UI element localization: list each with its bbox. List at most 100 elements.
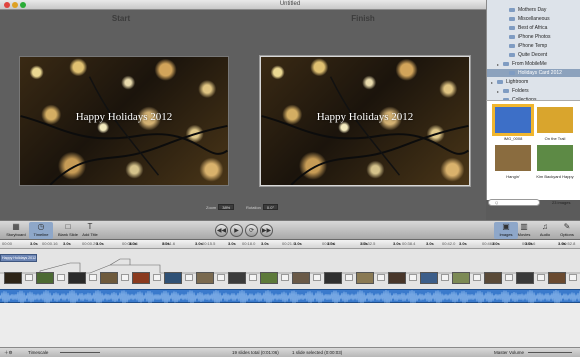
slide-clip[interactable]: [132, 272, 150, 284]
source-list-item[interactable]: Mothers Day: [487, 6, 580, 14]
slide-duration[interactable]: 3.0s: [63, 241, 71, 246]
transition-icon[interactable]: [249, 274, 257, 281]
transition-icon[interactable]: [89, 274, 97, 281]
folder-icon: [497, 80, 503, 84]
source-list-item[interactable]: iPhone Photos: [487, 33, 580, 41]
slide-clip[interactable]: [356, 272, 374, 284]
transition-icon[interactable]: [345, 274, 353, 281]
source-list-label: iPhone Temp: [518, 43, 548, 49]
timescale-slider[interactable]: [60, 352, 100, 353]
slide-duration[interactable]: 3.0s: [492, 241, 500, 246]
slide-duration[interactable]: 3.0s: [459, 241, 467, 246]
image-thumbnail[interactable]: [537, 107, 573, 133]
audio-track[interactable]: [0, 289, 580, 305]
status-bar: ＋⚙ Timescale 19 slides total (0:01:06) 1…: [0, 347, 580, 357]
music-note-icon: ♫: [542, 222, 548, 231]
transition-icon[interactable]: [505, 274, 513, 281]
play-button[interactable]: ▶: [230, 224, 243, 237]
master-volume-slider[interactable]: [528, 352, 572, 353]
title-clip[interactable]: Happy Holidays 2012: [0, 254, 37, 262]
source-list-item[interactable]: Miscellaneous: [487, 15, 580, 23]
search-input[interactable]: Q: [488, 199, 540, 206]
loop-button[interactable]: ⟳: [245, 224, 258, 237]
slide-clip[interactable]: [516, 272, 534, 284]
source-list-item[interactable]: iPhone Temp: [487, 42, 580, 50]
finish-overlay-title: Happy Holidays 2012: [316, 111, 414, 123]
source-list-item[interactable]: ▸ Folders: [487, 87, 580, 95]
slide-clip[interactable]: [388, 272, 406, 284]
image-thumbnail[interactable]: [495, 145, 531, 171]
source-list-item[interactable]: Quite Decent: [487, 51, 580, 59]
slide-duration[interactable]: 3.0s: [294, 241, 302, 246]
folder-icon: [509, 53, 515, 57]
audio-button[interactable]: ♫ Audio: [533, 222, 557, 239]
storyboard-button[interactable]: ▦ Storyboard: [4, 222, 28, 239]
slide-duration[interactable]: 3.0s: [393, 241, 401, 246]
transition-icon[interactable]: [281, 274, 289, 281]
slide-clip[interactable]: [292, 272, 310, 284]
slide-duration[interactable]: 3.0s: [261, 241, 269, 246]
transition-icon[interactable]: [473, 274, 481, 281]
slide-clip[interactable]: [452, 272, 470, 284]
slide-clip[interactable]: [228, 272, 246, 284]
time-ruler[interactable]: 00:00 00:00.16 00:00.29 00:08.18 00:11.6 00:1…: [0, 240, 580, 249]
blank-slide-button[interactable]: □ Blank Slide: [56, 222, 80, 239]
source-list-item[interactable]: Best of Africa: [487, 24, 580, 32]
source-list-item[interactable]: ▸ Lightroom: [487, 78, 580, 86]
image-thumbnail[interactable]: [537, 145, 573, 171]
forward-button[interactable]: ▶▶: [260, 224, 273, 237]
transition-icon[interactable]: [217, 274, 225, 281]
transition-icon[interactable]: [153, 274, 161, 281]
timeline-button[interactable]: ◷ Timeline: [29, 222, 53, 239]
slide-duration[interactable]: 3.0s: [558, 241, 566, 246]
rewind-button[interactable]: ◀◀: [215, 224, 228, 237]
slide-duration[interactable]: 3.0s: [30, 241, 38, 246]
transition-icon[interactable]: [313, 274, 321, 281]
slide-duration[interactable]: 3.0s: [360, 241, 368, 246]
slide-clip[interactable]: [548, 272, 566, 284]
transition-icon[interactable]: [569, 274, 577, 281]
slide-duration[interactable]: 3.0s: [162, 241, 170, 246]
slide-duration[interactable]: 3.0s: [426, 241, 434, 246]
transition-icon[interactable]: [409, 274, 417, 281]
slide-duration[interactable]: 3.0s: [195, 241, 203, 246]
slide-clip[interactable]: [36, 272, 54, 284]
timescale-label: Timescale: [28, 350, 49, 355]
source-list-label: Holidays Card 2012: [518, 70, 562, 76]
slide-clip[interactable]: [196, 272, 214, 284]
source-list-item[interactable]: ▸ From MobileMe: [487, 60, 580, 68]
slide-duration[interactable]: 3.0s: [525, 241, 533, 246]
image-thumbnail[interactable]: [492, 104, 534, 136]
slide-duration[interactable]: 3.0s: [129, 241, 137, 246]
options-button[interactable]: ✎ Options: [555, 222, 579, 239]
source-list-label: iPhone Photos: [518, 34, 551, 40]
add-title-button[interactable]: T Add Title: [78, 222, 102, 239]
slide-duration[interactable]: 3.0s: [327, 241, 335, 246]
slide-clip[interactable]: [484, 272, 502, 284]
slide-clip[interactable]: [68, 272, 86, 284]
slide-clip[interactable]: [260, 272, 278, 284]
slide-clip[interactable]: [324, 272, 342, 284]
finish-frame[interactable]: Happy Holidays 2012: [260, 56, 470, 186]
transition-icon[interactable]: [537, 274, 545, 281]
source-list-item[interactable]: Holidays Card 2012: [487, 69, 580, 77]
transition-icon[interactable]: [377, 274, 385, 281]
slide-duration[interactable]: 3.0s: [228, 241, 236, 246]
transition-icon[interactable]: [185, 274, 193, 281]
slide-clip[interactable]: [4, 272, 22, 284]
folder-icon: [509, 44, 515, 48]
zoom-field[interactable]: 38%: [218, 204, 235, 210]
slide-clip[interactable]: [420, 272, 438, 284]
transition-icon[interactable]: [121, 274, 129, 281]
add-slide-icon[interactable]: ＋⚙: [4, 350, 13, 356]
transition-icon[interactable]: [57, 274, 65, 281]
slide-clip[interactable]: [100, 272, 118, 284]
start-frame[interactable]: Happy Holidays 2012: [19, 56, 229, 186]
rotation-field[interactable]: 0.0°: [262, 204, 279, 210]
start-label: Start: [111, 14, 131, 23]
transition-icon[interactable]: [25, 274, 33, 281]
slide-clip[interactable]: [164, 272, 182, 284]
source-list-label: Miscellaneous: [518, 16, 550, 22]
transition-icon[interactable]: [441, 274, 449, 281]
slide-duration[interactable]: 3.0s: [96, 241, 104, 246]
